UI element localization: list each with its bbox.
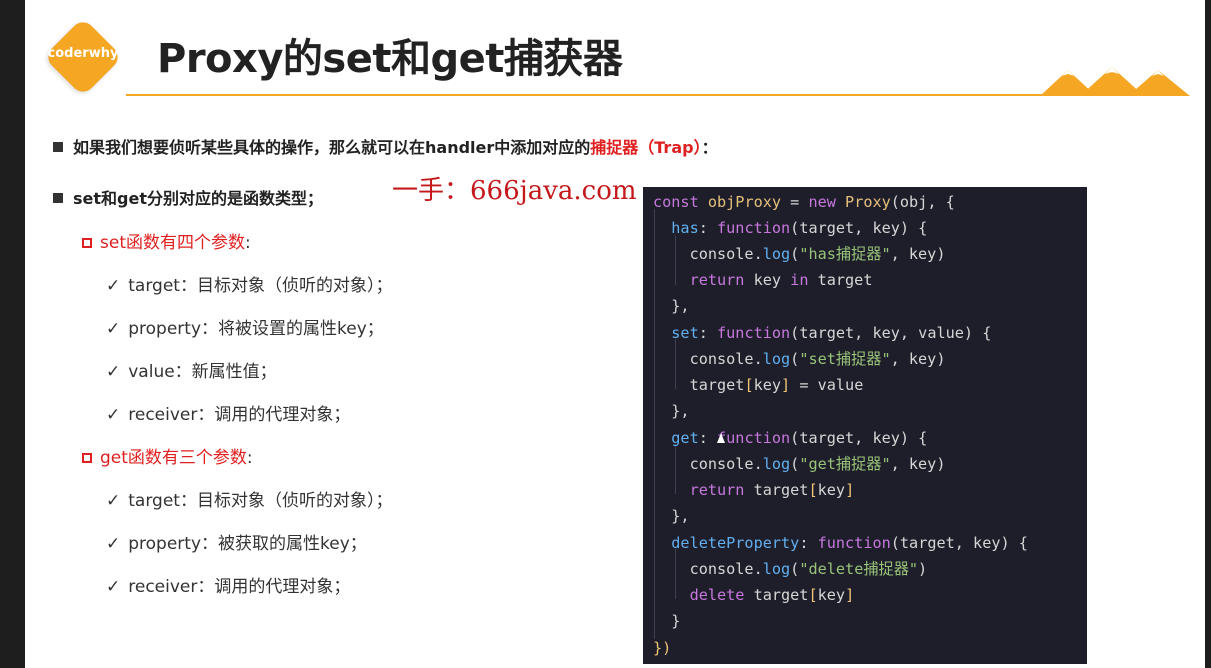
set-param-item: ✓ value：新属性值； (106, 357, 277, 382)
get-param-text: receiver：调用的代理对象； (128, 577, 351, 597)
set-heading-text: set函数有四个参数 (100, 233, 245, 253)
code-line: get: function(target, key) { (653, 429, 928, 447)
left-dark-bar (0, 0, 25, 668)
code-line: }, (653, 402, 690, 420)
get-param-text: property：被获取的属性key； (128, 534, 367, 554)
get-param-text: target：目标对象（侦听的对象）； (128, 491, 393, 511)
check-icon: ✓ (106, 276, 121, 296)
code-line: return key in target (653, 271, 873, 289)
bullet-square-icon (53, 142, 63, 152)
code-line: }, (653, 297, 690, 315)
code-line: console.log("delete捕捉器") (653, 560, 928, 578)
set-param-text: value：新属性值； (128, 362, 277, 382)
code-block: const objProxy = new Proxy(obj, { has: f… (643, 187, 1087, 664)
set-param-text: property：将被设置的属性key； (128, 319, 384, 339)
set-param-text: receiver：调用的代理对象； (128, 405, 351, 425)
set-section-heading: set函数有四个参数: (82, 228, 251, 253)
coderwhy-logo: coderwhy (43, 17, 123, 97)
bullet-text-post: ： (701, 138, 718, 157)
code-line: }, (653, 507, 690, 525)
code-line: deleteProperty: function(target, key) { (653, 534, 1028, 552)
check-icon: ✓ (106, 491, 121, 511)
check-icon: ✓ (106, 577, 121, 597)
get-heading-text: get函数有三个参数 (100, 448, 247, 468)
get-param-item: ✓ property：被获取的属性key； (106, 529, 367, 554)
code-line: has: function(target, key) { (653, 219, 928, 237)
page-title: Proxy的set和get捕获器 (157, 36, 623, 82)
get-param-item: ✓ target：目标对象（侦听的对象）； (106, 486, 392, 511)
watermark-text: 一手：666java.com (392, 176, 637, 206)
set-param-text: target：目标对象（侦听的对象）； (128, 276, 393, 296)
colon: : (244, 233, 251, 253)
code-line: return target[key] (653, 481, 855, 499)
code-line: set: function(target, key, value) { (653, 324, 992, 342)
colon: : (246, 448, 253, 468)
right-dark-bar (1205, 0, 1211, 668)
code-line: }) (653, 639, 672, 657)
title-underline (126, 94, 1185, 96)
set-param-item: ✓ receiver：调用的代理对象； (106, 400, 350, 425)
hollow-square-icon (82, 238, 92, 248)
code-line: console.log("set捕捉器", key) (653, 350, 946, 368)
bullet-handler-traps: 如果我们想要侦听某些具体的操作，那么就可以在handler中添加对应的捕捉器（T… (53, 134, 718, 158)
bullet-text-highlight: 捕捉器（Trap） (590, 138, 702, 157)
code-line: } (653, 612, 681, 630)
check-icon: ✓ (106, 362, 121, 382)
check-icon: ✓ (106, 534, 121, 554)
logo-text: coderwhy (47, 46, 119, 61)
code-line: console.log("get捕捉器", key) (653, 455, 946, 473)
hollow-square-icon (82, 453, 92, 463)
bullet-set-get-types: set和get分别对应的是函数类型； (53, 185, 323, 209)
get-section-heading: get函数有三个参数: (82, 443, 253, 468)
check-icon: ✓ (106, 319, 121, 339)
get-param-item: ✓ receiver：调用的代理对象； (106, 572, 350, 597)
bullet-text-pre: 如果我们想要侦听某些具体的操作，那么就可以在handler中添加对应的 (73, 138, 591, 157)
code-line: console.log("has捕捉器", key) (653, 245, 946, 263)
code-line: const objProxy = new Proxy(obj, { (653, 193, 955, 211)
code-line: delete target[key] (653, 586, 855, 604)
bullet-text: set和get分别对应的是函数类型； (73, 189, 323, 208)
mountains-decoration-icon (1040, 67, 1190, 96)
set-param-item: ✓ property：将被设置的属性key； (106, 314, 384, 339)
check-icon: ✓ (106, 405, 121, 425)
bullet-square-icon (53, 193, 63, 203)
code-line: target[key] = value (653, 376, 864, 394)
mouse-cursor-icon (717, 433, 725, 443)
set-param-item: ✓ target：目标对象（侦听的对象）； (106, 271, 392, 296)
